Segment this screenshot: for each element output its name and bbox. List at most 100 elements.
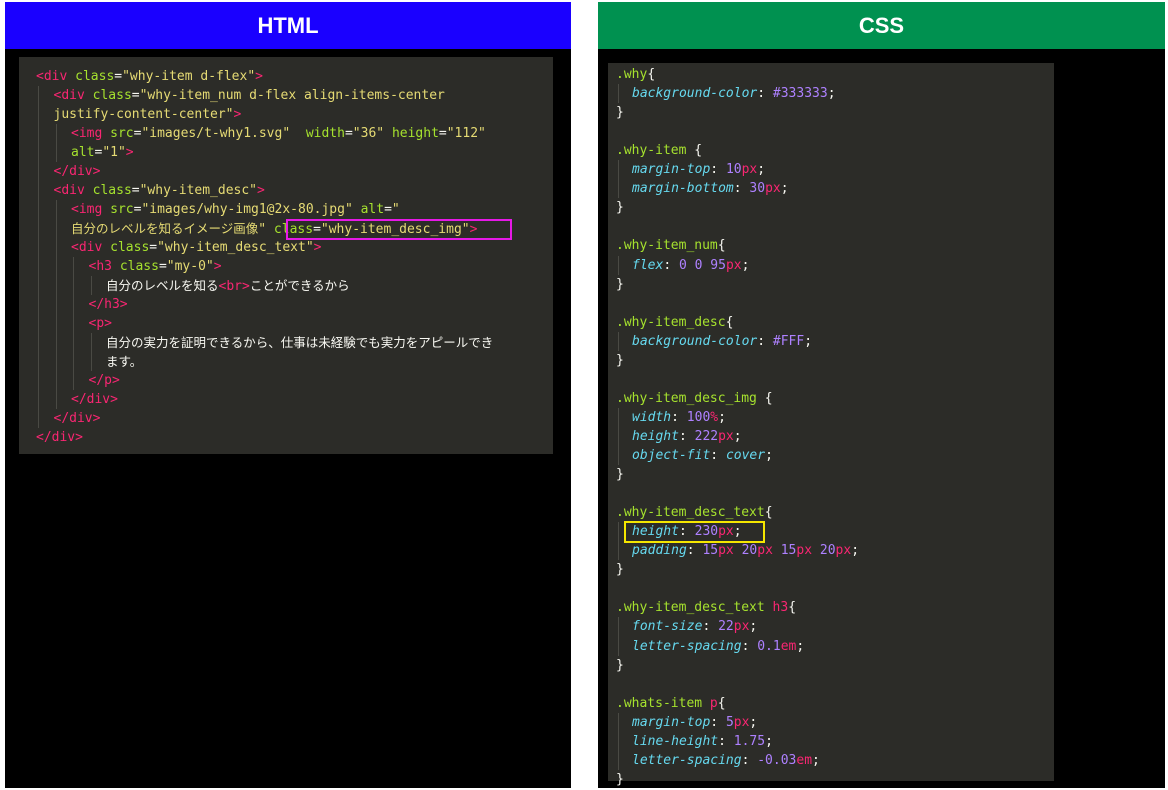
code-token: px <box>765 181 781 197</box>
code-token: = <box>384 202 392 217</box>
css-code-line: .why-item_desc_text h3{ <box>616 598 796 617</box>
code-token: "why-item_desc" <box>139 183 258 198</box>
code-token: ; <box>718 409 726 425</box>
code-token: 30 <box>749 181 766 197</box>
html-code-line: alt="1"> <box>71 143 134 162</box>
css-code-line: letter-spacing: 0.1em; <box>632 637 804 656</box>
code-token: : <box>757 333 773 349</box>
code-token: height <box>391 126 439 141</box>
code-token: .why-item_num <box>616 238 718 254</box>
code-token: object-fit <box>632 448 711 463</box>
code-token: ; <box>749 619 758 635</box>
code-token: " <box>391 202 400 217</box>
code-token: <p> <box>88 316 112 331</box>
code-token: = <box>344 126 353 141</box>
html-code-line: <h3 class="my-0"> <box>89 257 222 276</box>
code-token: margin-top <box>632 714 711 730</box>
code-token: ことができるから <box>249 278 350 293</box>
indent-guide <box>618 407 619 466</box>
css-code-line: object-fit: cover; <box>632 446 773 465</box>
code-token: { <box>717 238 726 254</box>
code-token: </div> <box>53 164 101 179</box>
css-code-line: .why-item_desc_text{ <box>616 503 773 522</box>
code-token: </div> <box>53 411 101 426</box>
code-token: .why-item_desc_img <box>616 390 757 406</box>
css-code-line: .why{ <box>616 65 655 84</box>
code-token: px <box>718 543 734 559</box>
indent-guide <box>38 86 39 428</box>
code-token: margin-top <box>632 162 711 178</box>
code-token: { <box>788 600 797 616</box>
code-token: : <box>710 448 726 463</box>
indent-guide <box>90 333 92 371</box>
code-token: class <box>75 69 115 84</box>
css-panel-header: CSS <box>598 2 1165 49</box>
code-token: src <box>110 202 134 217</box>
code-token: { <box>756 390 773 406</box>
css-code-line: .why-item { <box>616 141 702 160</box>
indent-guide <box>55 124 57 162</box>
html-panel-title: HTML <box>257 12 319 38</box>
code-token: : <box>678 428 695 444</box>
code-token: class <box>92 88 132 103</box>
code-token: ; <box>812 752 820 768</box>
code-token: { <box>764 505 773 521</box>
code-token: height <box>632 428 679 444</box>
code-token: font-size <box>632 619 703 635</box>
code-token: </p> <box>88 373 120 388</box>
css-code-line: margin-top: 10px; <box>632 160 765 179</box>
code-token: ; <box>765 448 773 463</box>
html-code-line: <div class="why-item_num d-flex align-it… <box>54 86 445 105</box>
indent-guide <box>73 257 74 390</box>
code-token: class <box>92 183 132 198</box>
code-token: : <box>671 409 687 425</box>
code-token: ; <box>733 428 742 444</box>
css-code-line: } <box>616 465 624 484</box>
code-token: 100 <box>686 409 711 425</box>
code-token: } <box>616 352 624 368</box>
code-token: : <box>686 543 703 559</box>
code-token: ; <box>757 162 766 178</box>
css-code-line: background-color: #FFF; <box>632 332 812 351</box>
code-token: .why-item_desc_text <box>616 505 765 521</box>
code-token: > <box>313 240 322 255</box>
code-token: } <box>616 771 624 787</box>
code-token: </div> <box>36 430 83 445</box>
html-code-line: </div> <box>36 428 83 447</box>
code-token: 1.75 <box>733 733 766 749</box>
css-code-line: } <box>616 275 624 294</box>
css-code-line: background-color: #333333; <box>632 84 836 103</box>
code-token: .why-item_desc_text <box>616 600 773 616</box>
code-token: } <box>616 200 624 216</box>
code-token: : <box>702 619 719 635</box>
code-token: <div <box>53 88 93 103</box>
code-token: px <box>733 714 750 730</box>
code-token: <div <box>53 183 93 198</box>
code-token: <div <box>71 240 111 255</box>
code-token: "why-item d-flex" <box>122 69 256 84</box>
html-code-line: <p> <box>89 314 112 333</box>
html-code-line: </h3> <box>89 295 128 314</box>
code-token: ; <box>765 733 773 749</box>
code-token: p <box>709 695 718 711</box>
html-code-line: <img src = "images/why-img1@2x-80.jpg" alt… <box>71 200 400 219</box>
html-panel: HTML <div class="why-item d-flex"> <div c… <box>5 2 571 788</box>
code-token: letter-spacing <box>632 638 742 654</box>
code-token: .why <box>616 67 648 82</box>
code-token: { <box>647 67 656 82</box>
code-token: .why-item <box>616 143 687 159</box>
css-code-line: .why-item_desc_img { <box>616 389 773 408</box>
code-token: = <box>114 69 123 84</box>
code-token: "112" <box>446 126 486 141</box>
code-token: ます。 <box>106 354 143 369</box>
code-token: px <box>796 543 813 559</box>
code-token: px <box>718 428 734 444</box>
code-token: width <box>305 126 345 141</box>
code-token: padding <box>632 543 687 559</box>
css-code-line: font-size: 22px; <box>632 617 757 636</box>
css-code-line: margin-bottom: 30px; <box>632 179 789 198</box>
code-token: <h3 <box>88 259 120 274</box>
html-code-line: justify-content-center"> <box>54 105 242 124</box>
code-token: > <box>255 69 263 84</box>
